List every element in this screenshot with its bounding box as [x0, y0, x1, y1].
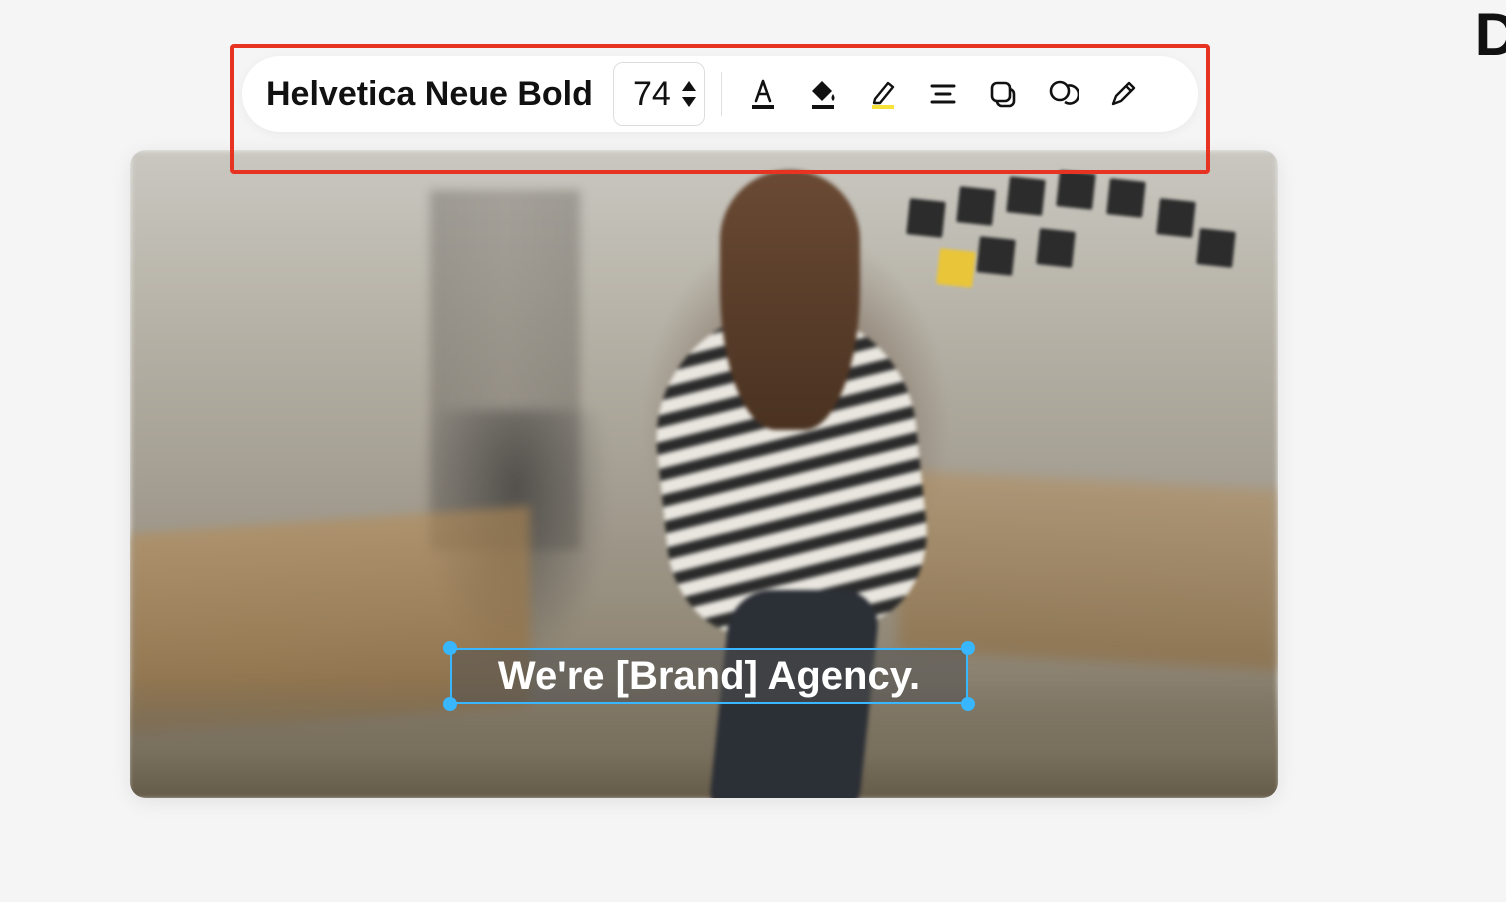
- bg-desk-right-shape: [898, 470, 1278, 670]
- font-size-decrease-button[interactable]: [682, 97, 696, 107]
- text-color-icon: [746, 77, 780, 111]
- effects-icon: [1047, 78, 1079, 110]
- resize-handle-top-left[interactable]: [443, 641, 457, 655]
- font-size-value[interactable]: 74: [630, 75, 674, 114]
- highlight-color-icon: [866, 77, 900, 111]
- resize-handle-top-right[interactable]: [961, 641, 975, 655]
- edit-pencil-icon: [1108, 79, 1138, 109]
- bg-sticky-notes: [898, 160, 1258, 300]
- font-size-increase-button[interactable]: [682, 81, 696, 91]
- edit-button[interactable]: [1098, 69, 1148, 119]
- layer-order-button[interactable]: [978, 69, 1028, 119]
- toolbar-divider: [721, 72, 722, 116]
- resize-handle-bottom-right[interactable]: [961, 697, 975, 711]
- fill-color-icon: [806, 77, 840, 111]
- font-size-stepper[interactable]: 74: [613, 62, 705, 126]
- caret-down-icon: [682, 97, 696, 107]
- highlight-color-button[interactable]: [858, 69, 908, 119]
- layer-icon: [987, 78, 1019, 110]
- align-icon: [928, 79, 958, 109]
- effects-button[interactable]: [1038, 69, 1088, 119]
- text-element-content[interactable]: We're [Brand] Agency.: [498, 654, 920, 699]
- selection-outline: We're [Brand] Agency.: [450, 648, 968, 704]
- font-family-selector[interactable]: Helvetica Neue Bold: [266, 75, 603, 114]
- partial-offscreen-glyph: D: [1475, 0, 1506, 69]
- fill-color-button[interactable]: [798, 69, 848, 119]
- resize-handle-bottom-left[interactable]: [443, 697, 457, 711]
- caret-up-icon: [682, 81, 696, 91]
- text-format-toolbar: Helvetica Neue Bold 74: [242, 56, 1198, 132]
- text-color-button[interactable]: [738, 69, 788, 119]
- selected-text-element[interactable]: We're [Brand] Agency.: [450, 648, 968, 704]
- align-button[interactable]: [918, 69, 968, 119]
